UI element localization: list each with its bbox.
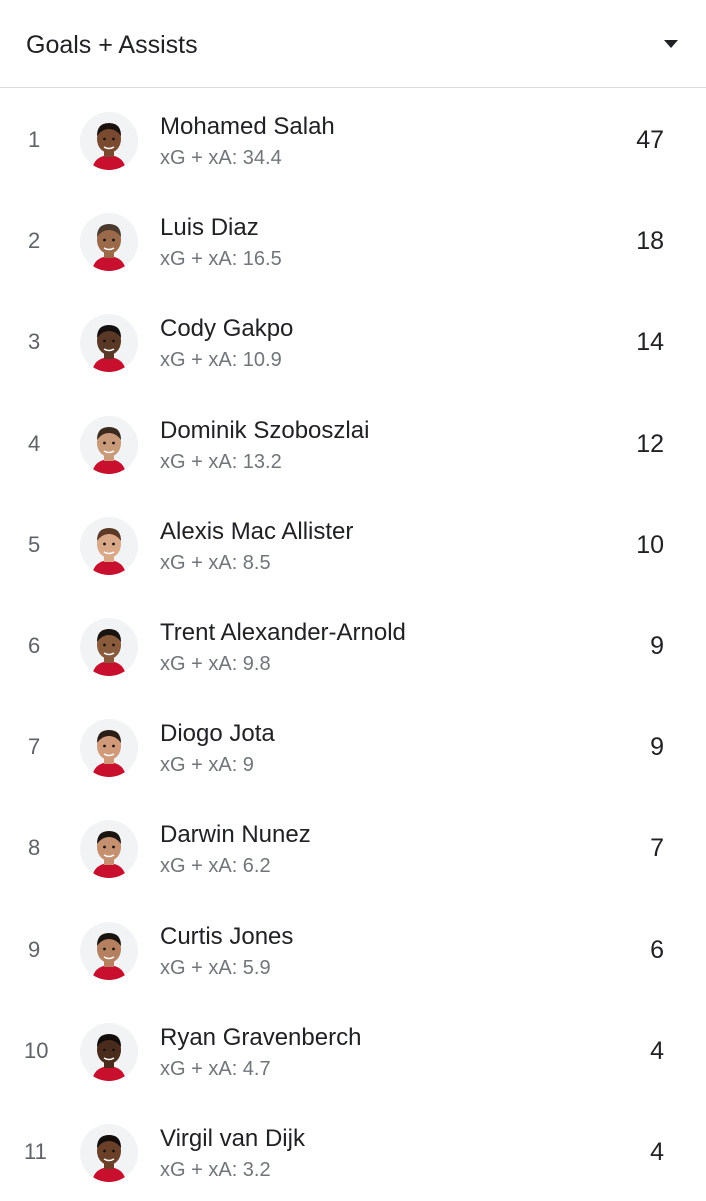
player-xg-xa: xG + xA: 5.9 — [160, 956, 271, 979]
player-avatar — [80, 1022, 138, 1081]
player-name: Luis Diaz — [160, 214, 259, 242]
player-xg-xa: xG + xA: 10.9 — [160, 349, 282, 372]
player-rank: 10 — [24, 1037, 49, 1063]
player-goals-assists-value: 9 — [650, 733, 664, 762]
player-goals-assists-value: 12 — [636, 429, 664, 458]
player-avatar — [80, 314, 138, 373]
player-goals-assists-value: 4 — [650, 1137, 664, 1166]
player-avatar — [80, 516, 138, 575]
player-rank: 6 — [28, 632, 41, 658]
player-rank: 4 — [28, 430, 41, 456]
player-row[interactable]: 10 Ryan Gravenberch xG + xA: 4.7 4 — [0, 999, 706, 1100]
player-row[interactable]: 5 Alexis Mac Allister xG + xA: 8.5 10 — [0, 493, 706, 594]
player-avatar — [80, 719, 138, 778]
player-rank: 11 — [24, 1138, 47, 1164]
player-rank: 8 — [28, 835, 41, 861]
player-row[interactable]: 6 Trent Alexander-Arnold xG + xA: 9.8 9 — [0, 594, 706, 695]
player-row[interactable]: 11 Virgil van Dijk xG + xA: 3.2 4 — [0, 1100, 706, 1201]
player-row[interactable]: 8 Darwin Nunez xG + xA: 6.2 7 — [0, 796, 706, 897]
player-xg-xa: xG + xA: 4.7 — [160, 1057, 271, 1080]
player-avatar — [80, 415, 138, 474]
player-rank: 5 — [28, 531, 41, 557]
player-name: Dominik Szoboszlai — [160, 416, 370, 444]
player-rank: 3 — [28, 329, 41, 355]
player-row[interactable]: 7 Diogo Jota xG + xA: 9 9 — [0, 695, 706, 796]
player-name: Mohamed Salah — [160, 113, 335, 140]
player-rank: 7 — [28, 734, 41, 760]
player-goals-assists-value: 18 — [636, 227, 664, 256]
player-rank: 9 — [28, 936, 41, 962]
player-avatar — [80, 112, 138, 170]
player-row[interactable]: 1 Mohamed Salah xG + xA: 34.4 47 — [0, 88, 706, 189]
player-name: Cody Gakpo — [160, 315, 294, 343]
player-name: Trent Alexander-Arnold — [160, 618, 406, 646]
player-row[interactable]: 2 Luis Diaz xG + xA: 16.5 18 — [0, 189, 706, 290]
player-xg-xa: xG + xA: 16.5 — [160, 248, 282, 271]
player-xg-xa: xG + xA: 8.5 — [160, 551, 271, 574]
player-avatar — [80, 213, 138, 272]
player-avatar — [80, 820, 138, 879]
player-goals-assists-value: 7 — [650, 834, 664, 863]
player-list: 1 Mohamed Salah xG + xA: 34.4 47 2 Luis Diaz x… — [0, 88, 706, 1201]
stat-selector-title: Goals + Assists — [26, 31, 198, 59]
caret-down-icon[interactable] — [664, 40, 678, 48]
player-goals-assists-value: 10 — [636, 530, 664, 559]
player-goals-assists-value: 14 — [636, 328, 664, 357]
player-name: Curtis Jones — [160, 922, 294, 950]
player-xg-xa: xG + xA: 3.2 — [160, 1158, 271, 1181]
stat-selector-header[interactable]: Goals + Assists — [0, 0, 706, 88]
player-row[interactable]: 9 Curtis Jones xG + xA: 5.9 6 — [0, 898, 706, 999]
player-xg-xa: xG + xA: 9.8 — [160, 652, 271, 675]
player-xg-xa: xG + xA: 34.4 — [160, 147, 282, 169]
player-goals-assists-value: 4 — [650, 1036, 664, 1065]
player-rank: 2 — [28, 228, 41, 254]
player-name: Alexis Mac Allister — [160, 517, 354, 545]
player-row[interactable]: 3 Cody Gakpo xG + xA: 10.9 14 — [0, 290, 706, 391]
player-avatar — [80, 1123, 138, 1182]
player-xg-xa: xG + xA: 9 — [160, 754, 254, 777]
player-goals-assists-value: 6 — [650, 935, 664, 964]
player-xg-xa: xG + xA: 13.2 — [160, 450, 282, 473]
player-goals-assists-value: 47 — [636, 126, 664, 154]
player-avatar — [80, 617, 138, 676]
player-name: Virgil van Dijk — [160, 1124, 305, 1152]
player-name: Diogo Jota — [160, 720, 275, 748]
player-name: Darwin Nunez — [160, 821, 311, 849]
player-xg-xa: xG + xA: 6.2 — [160, 855, 271, 878]
player-goals-assists-value: 9 — [650, 631, 664, 660]
player-rank: 1 — [28, 127, 41, 152]
player-avatar — [80, 921, 138, 980]
player-name: Ryan Gravenberch — [160, 1023, 362, 1051]
player-row[interactable]: 4 Dominik Szoboszlai xG + xA: 13.2 12 — [0, 392, 706, 493]
